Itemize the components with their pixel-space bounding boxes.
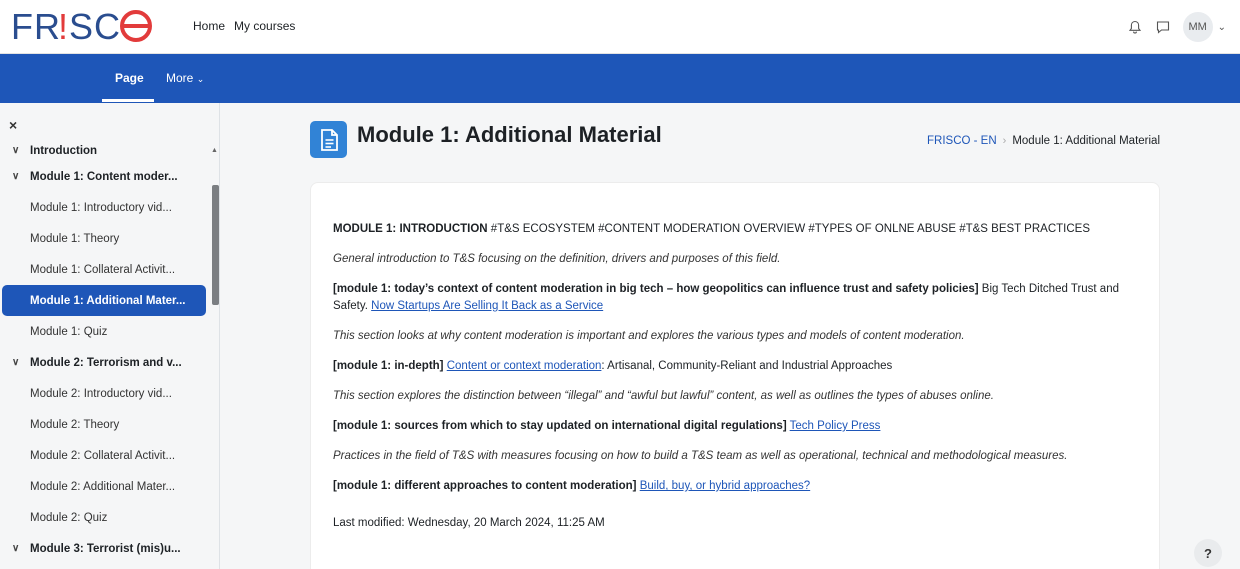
chat-icon[interactable] — [1155, 19, 1171, 35]
tab-page[interactable]: Page — [115, 71, 144, 85]
svg-text:FR: FR — [11, 6, 61, 46]
breadcrumb: FRISCO - EN › Module 1: Additional Mater… — [927, 135, 1160, 147]
context-heading: [module 1: today’s context of content mo… — [333, 283, 979, 295]
paragraph-general: General introduction to T&S focusing on … — [333, 251, 1123, 268]
section-item[interactable]: ∨ Introduction — [0, 145, 212, 161]
chevron-down-icon: ⌄ — [196, 74, 205, 84]
paragraph-in-depth: [module 1: in-depth] Content or context … — [333, 358, 1123, 375]
nav-home-link[interactable]: Home — [193, 19, 225, 33]
scroll-up-arrow[interactable]: ▲ — [211, 147, 218, 154]
help-button[interactable]: ? — [1194, 539, 1222, 567]
paragraph-sources: [module 1: sources from which to stay up… — [333, 418, 1123, 435]
page-title: Module 1: Additional Material — [357, 122, 662, 147]
in-depth-text: : Artisanal, Community-Reliant and Indus… — [601, 360, 893, 372]
build-buy-link[interactable]: Build, buy, or hybrid approaches? — [640, 480, 810, 492]
drawer-scrollbar[interactable] — [212, 185, 219, 305]
sources-heading: [module 1: sources from which to stay up… — [333, 420, 787, 432]
top-navbar: FR ! SC Home My courses MM ⌄ — [0, 0, 1240, 54]
section-item[interactable]: ∨ Module 3: Terrorist (mis)u... — [0, 533, 212, 564]
activity-item[interactable]: Module 1: Collateral Activit... — [0, 254, 212, 285]
section-1-description: This section looks at why content modera… — [333, 330, 965, 342]
activity-item[interactable]: Module 2: Quiz — [0, 502, 212, 533]
tab-more[interactable]: More ⌄ — [166, 71, 204, 85]
drawer-item-label: Module 3: Terrorist (mis)u... — [30, 542, 181, 555]
nav-my-courses-link[interactable]: My courses — [234, 19, 295, 33]
section-item[interactable]: ∨ Module 1: Content moder... — [0, 161, 212, 192]
tech-policy-press-link[interactable]: Tech Policy Press — [790, 420, 881, 432]
tab-more-label: More — [166, 71, 194, 85]
drawer-item-label: Module 2: Quiz — [30, 511, 108, 524]
last-modified: Last modified: Wednesday, 20 March 2024,… — [333, 517, 605, 529]
svg-text:!: ! — [58, 6, 68, 46]
avatar[interactable]: MM — [1182, 12, 1213, 42]
activity-item[interactable]: Module 2: Introductory vid... — [0, 378, 212, 409]
chevron-down-icon[interactable]: ∨ — [12, 145, 26, 156]
drawer-item-label: Module 2: Theory — [30, 418, 120, 431]
paragraph-intro: MODULE 1: INTRODUCTION #T&S ECOSYSTEM #C… — [333, 221, 1123, 238]
page-content: MODULE 1: INTRODUCTION #T&S ECOSYSTEM #C… — [333, 221, 1123, 545]
paragraph-section-3: Practices in the field of T&S with measu… — [333, 448, 1123, 465]
chevron-down-icon[interactable]: ∨ — [12, 357, 26, 368]
content-card: MODULE 1: INTRODUCTION #T&S ECOSYSTEM #C… — [310, 182, 1160, 569]
drawer-item-label: Module 1: Collateral Activit... — [30, 263, 176, 276]
bell-icon[interactable] — [1127, 19, 1143, 35]
paragraph-section-2: This section explores the distinction be… — [333, 388, 1123, 405]
intro-hashtags: #T&S ECOSYSTEM #CONTENT MODERATION OVERV… — [487, 223, 1091, 235]
breadcrumb-course-link[interactable]: FRISCO - EN — [927, 135, 997, 147]
frisco-logo[interactable]: FR ! SC — [11, 6, 161, 46]
paragraph-context: [module 1: today’s context of content mo… — [333, 281, 1123, 315]
drawer-item-label: Module 2: Introductory vid... — [30, 387, 172, 400]
chevron-right-icon: › — [1002, 135, 1007, 147]
drawer-item-label: Module 1: Theory — [30, 232, 120, 245]
activity-item[interactable]: Module 2: Collateral Activit... — [0, 440, 212, 471]
drawer-item-label: Module 2: Additional Mater... — [30, 480, 176, 493]
drawer-item-label: Module 1: Additional Mater... — [30, 294, 186, 307]
startups-link[interactable]: Now Startups Are Selling It Back as a Se… — [371, 300, 603, 312]
drawer-item-label: Module 1: Quiz — [30, 325, 108, 338]
section-item[interactable]: ∨ Module 2: Terrorism and v... — [0, 347, 212, 378]
secondary-navigation: Page More ⌄ — [0, 54, 1240, 103]
approaches-heading: [module 1: different approaches to conte… — [333, 480, 637, 492]
activity-item[interactable]: Module 1: Theory — [0, 223, 212, 254]
section-2-description: This section explores the distinction be… — [333, 390, 994, 402]
drawer-item-label: Module 2: Collateral Activit... — [30, 449, 176, 462]
general-description: General introduction to T&S focusing on … — [333, 253, 781, 265]
chevron-down-icon[interactable]: ⌄ — [1218, 22, 1226, 33]
in-depth-heading: [module 1: in-depth] — [333, 360, 444, 372]
question-icon: ? — [1204, 545, 1212, 561]
drawer-item-label: Module 1: Content moder... — [30, 170, 178, 183]
chevron-down-icon[interactable]: ∨ — [12, 171, 26, 182]
activity-item[interactable]: Module 1: Introductory vid... — [0, 192, 212, 223]
breadcrumb-current: Module 1: Additional Material — [1012, 135, 1160, 147]
svg-text:SC: SC — [69, 6, 121, 46]
section-3-description: Practices in the field of T&S with measu… — [333, 450, 1068, 462]
course-index-list: ∨ Introduction ∨ Module 1: Content moder...… — [0, 145, 212, 564]
content-moderation-link[interactable]: Content or context moderation — [447, 360, 602, 372]
drawer-item-label: Introduction — [30, 145, 98, 157]
drawer-item-label: Module 1: Introductory vid... — [30, 201, 172, 214]
close-icon[interactable]: × — [9, 117, 17, 133]
drawer-item-label: Module 2: Terrorism and v... — [30, 356, 182, 369]
chevron-down-icon[interactable]: ∨ — [12, 543, 26, 554]
activity-item[interactable]: Module 1: Additional Mater... — [2, 285, 206, 316]
activity-item[interactable]: Module 2: Additional Mater... — [0, 471, 212, 502]
course-index-drawer: × ▲ ∨ Introduction ∨ Module 1: Content mode… — [0, 103, 220, 569]
active-tab-indicator — [102, 99, 154, 102]
paragraph-section-1: This section looks at why content modera… — [333, 328, 1123, 345]
paragraph-approaches: [module 1: different approaches to conte… — [333, 478, 1123, 495]
activity-item[interactable]: Module 2: Theory — [0, 409, 212, 440]
document-icon — [310, 121, 347, 158]
intro-heading: MODULE 1: INTRODUCTION — [333, 223, 488, 235]
activity-item[interactable]: Module 1: Quiz — [0, 316, 212, 347]
